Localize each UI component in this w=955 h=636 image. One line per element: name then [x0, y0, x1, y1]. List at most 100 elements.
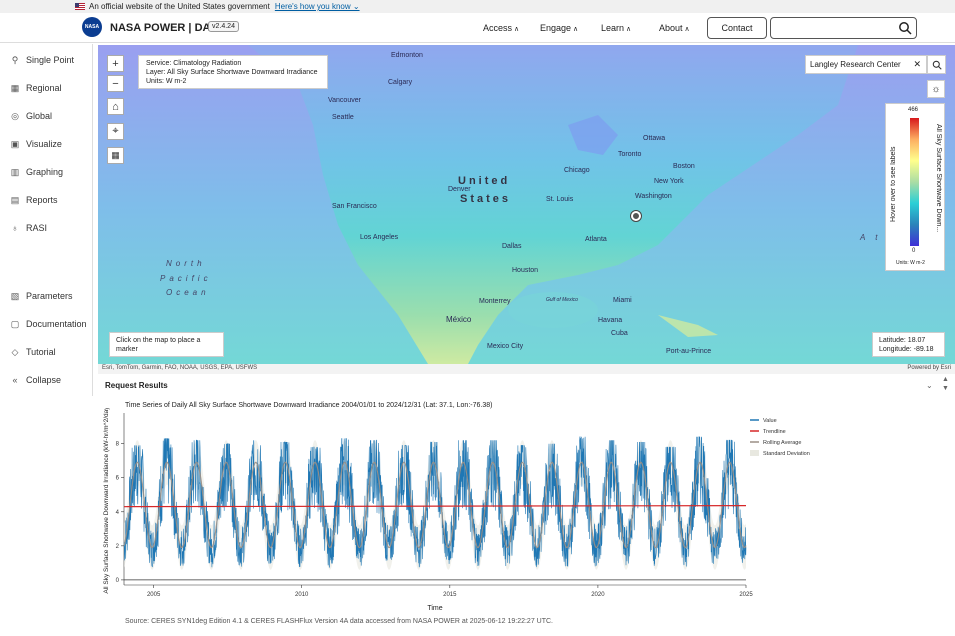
- sidebar-item-graphing[interactable]: ▥ Graphing: [0, 162, 93, 182]
- map-label: Washington: [635, 193, 672, 200]
- legend-color-bar[interactable]: [910, 118, 919, 246]
- heres-how-you-know-link[interactable]: Here's how you know ⌄: [275, 2, 360, 11]
- map-label: San Francisco: [332, 203, 377, 210]
- sidebar-item-global[interactable]: ◎ Global: [0, 106, 93, 126]
- coordinate-readout: Latitude: 18.07 Longitude: -89.18: [872, 332, 945, 357]
- powered-by-esri-link[interactable]: Powered by Esri: [907, 365, 951, 371]
- service-text: Service: Climatology Radiation: [146, 60, 242, 67]
- map-label: Vancouver: [328, 97, 361, 104]
- map-label: Boston: [673, 163, 695, 170]
- map-view[interactable]: Edmonton Calgary Vancouver Seattle Ottaw…: [98, 45, 955, 364]
- sidebar-item-reports[interactable]: ▤ Reports: [0, 190, 93, 210]
- map-label: Monterrey: [479, 298, 511, 305]
- sidebar-item-tutorial[interactable]: ◇ Tutorial: [0, 342, 93, 362]
- sidebar-item-visualize[interactable]: ▣ Visualize: [0, 134, 93, 154]
- home-button[interactable]: ⌂: [107, 98, 124, 115]
- chevron-up-icon: ∧: [684, 26, 690, 33]
- graph-icon: ▥: [10, 166, 20, 177]
- report-icon: ▤: [10, 194, 20, 205]
- location-search-button[interactable]: [927, 55, 946, 74]
- map-label: Calgary: [388, 79, 413, 86]
- results-title[interactable]: Request Results: [105, 381, 168, 390]
- legend-max: 466: [908, 107, 919, 113]
- sidebar-item-label: Tutorial: [26, 347, 56, 357]
- legend-min: 0: [912, 248, 916, 254]
- gov-banner-text: An official website of the United States…: [89, 2, 270, 11]
- nav-engage-label: Engage: [540, 23, 572, 33]
- map-label: Gulf of Mexico: [546, 297, 578, 303]
- header-search-input[interactable]: [770, 17, 917, 39]
- y-tick-label: 8: [116, 442, 120, 448]
- x-tick-label: 2010: [295, 592, 309, 598]
- us-flag-icon: [75, 3, 85, 10]
- sidebar-item-label: Documentation: [26, 319, 87, 329]
- map-label: Dallas: [502, 243, 522, 250]
- chevron-down-icon[interactable]: ⌄: [926, 381, 933, 390]
- location-search-input[interactable]: Langley Research Center ✕: [805, 55, 927, 74]
- location-search-value: Langley Research Center: [810, 60, 901, 69]
- chart-container: Time Series of Daily All Sky Surface Sho…: [98, 398, 818, 634]
- latitude-readout: Latitude: 18.07: [879, 337, 926, 344]
- legend-label: Value: [763, 418, 777, 424]
- color-legend[interactable]: 466 0 Units: W m-2 Hover over to see lab…: [885, 103, 945, 271]
- zoom-out-button[interactable]: −: [107, 75, 124, 92]
- basemap-toggle-button[interactable]: ☼: [927, 80, 945, 98]
- legend-label: Trendline: [763, 429, 786, 435]
- nasa-logo[interactable]: NASA: [82, 17, 102, 37]
- legend-label: Rolling Average: [763, 440, 801, 446]
- sidebar-item-label: RASI: [26, 223, 48, 233]
- locate-button[interactable]: ⌖: [107, 123, 124, 140]
- timeseries-chart[interactable]: 0 2 4 6 8 2005 2010 2015 2020 2025 Time All Sky Sur…: [98, 408, 818, 623]
- x-tick-label: 2025: [739, 592, 753, 598]
- qr-button[interactable]: ▦: [107, 147, 124, 164]
- sidebar-item-collapse[interactable]: « Collapse: [0, 370, 93, 390]
- nav-about[interactable]: About ∧: [659, 23, 690, 33]
- tutorial-icon: ◇: [11, 346, 19, 357]
- zoom-in-button[interactable]: +: [107, 55, 124, 72]
- sidebar-item-parameters[interactable]: ▧ Parameters: [0, 286, 93, 306]
- map-label: New York: [654, 178, 684, 185]
- map-label: Ocean: [166, 288, 210, 297]
- sidebar-item-regional[interactable]: ▦ Regional: [0, 78, 93, 98]
- layer-info-panel: Service: Climatology Radiation Layer: Al…: [138, 55, 328, 89]
- map-label: Denver: [448, 186, 471, 193]
- map-attribution: Esri, TomTom, Garmin, FAO, NOAA, USGS, E…: [98, 364, 955, 374]
- contact-button[interactable]: Contact: [707, 17, 767, 39]
- map-label: States: [460, 193, 512, 205]
- map-label: Pacific: [160, 274, 212, 283]
- x-tick-label: 2015: [443, 592, 457, 598]
- layer-text: Layer: All Sky Surface Shortwave Downwar…: [146, 69, 318, 76]
- y-tick-label: 2: [116, 544, 120, 550]
- sidebar-item-documentation[interactable]: ▢ Documentation: [0, 314, 93, 334]
- y-tick-label: 4: [116, 510, 120, 516]
- legend-swatch: [750, 450, 759, 456]
- search-icon[interactable]: [898, 21, 912, 35]
- legend-layer-name: All Sky Surface Shortwave Down...: [935, 124, 942, 233]
- map-label: Edmonton: [391, 52, 423, 59]
- sidebar-item-single-point[interactable]: ⚲ Single Point: [0, 50, 93, 70]
- sidebar-item-rasi[interactable]: ♁ RASI: [0, 218, 93, 238]
- sun-icon: ☼: [931, 83, 941, 95]
- nav-engage[interactable]: Engage ∧: [540, 23, 578, 33]
- sidebar-item-label: Collapse: [26, 375, 62, 385]
- clear-icon[interactable]: ✕: [913, 59, 921, 70]
- map-label: St. Louis: [546, 196, 574, 203]
- map-label: Cuba: [611, 330, 628, 337]
- brand-title[interactable]: NASA POWER | DAV: [110, 22, 217, 34]
- legend-label: Standard Deviation: [763, 451, 810, 457]
- crosshair-icon: ⌖: [112, 125, 119, 137]
- map-label: México: [446, 315, 472, 324]
- nav-learn[interactable]: Learn ∧: [601, 23, 631, 33]
- map-label: Port-au-Prince: [666, 348, 712, 355]
- location-marker[interactable]: [631, 211, 641, 221]
- scroll-arrows[interactable]: ▲ ▼: [942, 375, 949, 393]
- legend-hover-hint: Hover over to see labels: [890, 146, 897, 222]
- sidebar-item-label: Graphing: [26, 167, 64, 177]
- click-hint: Click on the map to place a marker: [109, 332, 224, 357]
- version-badge: v2.4.24: [208, 21, 239, 32]
- nav-access[interactable]: Access ∧: [483, 23, 519, 33]
- chevron-up-icon: ∧: [626, 26, 632, 33]
- nav-learn-label: Learn: [601, 23, 625, 33]
- sidebar-item-label: Parameters: [26, 291, 73, 301]
- chevron-up-icon: ∧: [573, 26, 579, 33]
